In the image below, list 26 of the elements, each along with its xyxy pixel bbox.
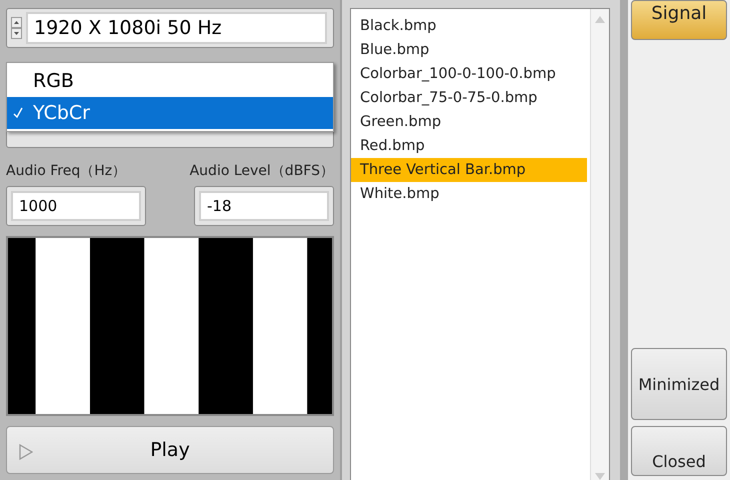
side-button[interactable]: Minimized [631, 348, 727, 420]
menu-option[interactable]: RGB [7, 65, 333, 97]
file-item[interactable]: Three Vertical Bar.bmp [351, 158, 587, 182]
scroll-down-icon[interactable] [595, 473, 605, 480]
menu-option[interactable]: YCbCr [7, 97, 333, 129]
resolution-value: 1920 X 1080i 50 Hz [26, 12, 327, 44]
file-item[interactable]: White.bmp [351, 182, 587, 206]
check-icon [13, 107, 23, 119]
file-item[interactable]: Blue.bmp [351, 38, 587, 62]
side-button[interactable]: Closed [631, 426, 727, 476]
play-button[interactable]: Play [6, 426, 334, 474]
scroll-up-icon[interactable] [595, 15, 605, 23]
file-item[interactable]: Black.bmp [351, 14, 587, 38]
scrollbar[interactable] [590, 9, 609, 480]
file-item[interactable]: Red.bmp [351, 134, 587, 158]
field-label: Audio Level（dBFS） [190, 162, 334, 180]
input-field[interactable]: -18 [194, 186, 334, 226]
resolution-dropdown[interactable]: 1920 X 1080i 50 Hz [6, 8, 334, 48]
file-item[interactable]: Colorbar_100-0-100-0.bmp [351, 62, 587, 86]
side-button[interactable]: Signal [631, 0, 727, 40]
file-item[interactable]: Green.bmp [351, 110, 587, 134]
field-label: Audio Freq（Hz） [6, 162, 126, 180]
input-field[interactable]: 1000 [6, 186, 146, 226]
file-item[interactable]: Colorbar_75-0-75-0.bmp [351, 86, 587, 110]
play-icon [19, 444, 33, 460]
spinner-icon[interactable] [11, 17, 22, 39]
